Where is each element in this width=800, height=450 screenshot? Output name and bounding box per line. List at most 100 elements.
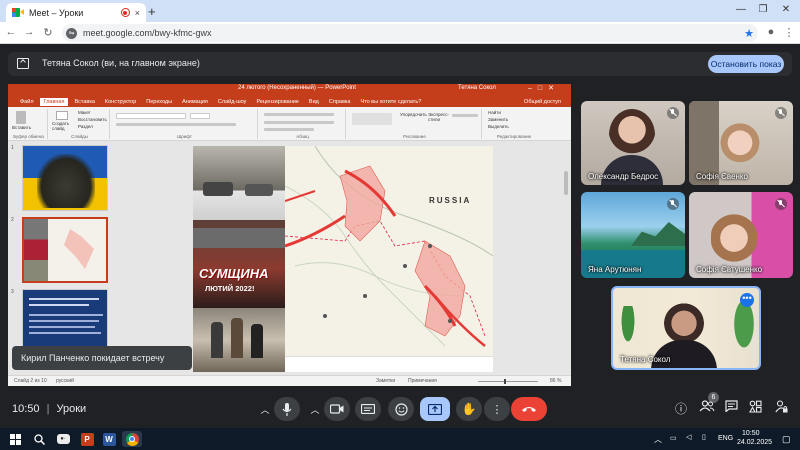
share-button[interactable]: Общий доступ — [520, 98, 565, 106]
notifications-icon[interactable]: ▢ — [782, 434, 791, 445]
camera-button[interactable] — [324, 397, 350, 421]
present-now-button[interactable] — [420, 397, 450, 421]
font-format-buttons[interactable] — [116, 123, 236, 126]
ribbon-tab-insert[interactable]: Вставка — [70, 98, 98, 106]
powerpoint-taskbar-icon[interactable]: P — [78, 431, 96, 447]
captions-button[interactable] — [355, 397, 381, 421]
ribbon-tab-design[interactable]: Конструктор — [101, 98, 140, 106]
ribbon-tab-help[interactable]: Справка — [325, 98, 355, 106]
more-options-button[interactable]: ⋮ — [484, 397, 510, 421]
notes-button[interactable]: Заметки — [376, 378, 395, 384]
shape-fill-buttons[interactable] — [452, 114, 478, 117]
comments-button[interactable]: Примечания — [408, 378, 437, 384]
slide-thumbnail-2[interactable] — [22, 217, 108, 283]
slide-thumbnail-1[interactable] — [22, 145, 108, 211]
tray-chevron-icon[interactable]: ︿ — [654, 434, 662, 445]
select-button[interactable]: Выделить — [488, 124, 509, 129]
more-options-icon[interactable]: ••• — [740, 293, 754, 307]
participant-tile-2[interactable]: Софія Євенко — [689, 101, 793, 185]
browser-menu-icon[interactable]: ⋮ — [782, 26, 796, 39]
volume-icon[interactable]: ◁ — [686, 433, 691, 441]
word-taskbar-icon[interactable]: W — [100, 431, 118, 447]
participant-tile-1[interactable]: Олександр Бедрос — [581, 101, 685, 185]
participant-tile-3[interactable]: Яна Арутюнян — [581, 192, 685, 278]
chat-app-icon[interactable]: ●· — [54, 431, 72, 447]
close-window-icon[interactable]: ✕ — [779, 4, 793, 15]
emoji-button[interactable] — [388, 397, 414, 421]
forward-arrow-icon[interactable]: → — [22, 26, 36, 38]
paste-icon[interactable] — [16, 111, 26, 124]
ribbon-tab-file[interactable]: Файл — [16, 98, 38, 106]
current-slide[interactable]: СУМЩИНА ЛЮТИЙ 2022! RUSSIA — [193, 146, 493, 372]
profile-icon[interactable]: ● — [764, 26, 778, 38]
ribbon-tab-view[interactable]: Вид — [305, 98, 323, 106]
background-plant — [617, 306, 639, 356]
slide-scrollbar[interactable] — [564, 171, 568, 195]
replace-button[interactable]: Заменить — [488, 117, 508, 122]
find-button[interactable]: Найти — [488, 110, 501, 115]
zoom-slider[interactable] — [478, 379, 538, 384]
raise-hand-button[interactable]: ✋ — [456, 397, 482, 421]
people-icon[interactable] — [698, 400, 716, 418]
zoom-level[interactable]: 86 % — [550, 378, 561, 384]
participant-tile-4[interactable]: Софія Євтушенко — [689, 192, 793, 278]
participant-tile-self[interactable]: ••• Тетяна Сокол — [611, 286, 761, 370]
chat-icon[interactable] — [722, 400, 740, 418]
paste-button[interactable]: Вставить — [12, 125, 31, 130]
minimize-window-icon[interactable]: — — [734, 4, 748, 15]
new-slide-button[interactable]: Создать слайд — [52, 121, 74, 131]
battery-icon[interactable]: ▯ — [702, 433, 706, 441]
maximize-window-icon[interactable]: ❐ — [756, 4, 770, 15]
ribbon-tab-slideshow[interactable]: Слайд-шоу — [214, 98, 251, 106]
ribbon-tab-transitions[interactable]: Переходы — [142, 98, 176, 106]
leave-call-button[interactable] — [511, 397, 547, 421]
tab-close-icon[interactable]: × — [135, 8, 140, 18]
paragraph-buttons-row1[interactable] — [264, 113, 334, 116]
url-text[interactable]: meet.google.com/bwy-kfmc-gwx — [83, 28, 738, 38]
video-settings-chevron-icon[interactable]: ︿ — [306, 397, 324, 421]
chrome-taskbar-icon[interactable] — [122, 431, 142, 447]
ribbon-tab-animations[interactable]: Анимация — [178, 98, 212, 106]
quick-styles-button[interactable]: Экспресс-стили — [428, 112, 449, 122]
arrange-button[interactable]: Упорядочить — [400, 112, 427, 117]
section-button[interactable]: Раздел — [78, 124, 93, 129]
new-tab-button[interactable]: + — [148, 4, 160, 19]
bookmark-star-icon[interactable]: ★ — [744, 27, 754, 40]
site-info-icon[interactable]: ⇋ — [66, 27, 77, 39]
layout-button[interactable]: Макет — [78, 110, 91, 115]
host-controls-icon[interactable] — [772, 400, 790, 418]
shapes-gallery[interactable] — [352, 113, 392, 125]
paragraph-buttons-row2[interactable] — [264, 121, 334, 124]
back-arrow-icon[interactable]: ← — [4, 26, 18, 38]
activities-icon[interactable] — [746, 400, 764, 418]
audio-settings-chevron-icon[interactable]: ︿ — [256, 397, 274, 421]
font-name-box[interactable] — [116, 113, 186, 119]
meeting-info: 10:50 | Уроки — [12, 403, 86, 415]
font-size-box[interactable] — [190, 113, 210, 119]
zoom-slider-thumb[interactable] — [504, 379, 506, 384]
network-icon[interactable]: ▭ — [670, 434, 677, 442]
keyboard-language[interactable]: ENG — [718, 435, 733, 442]
paragraph-buttons-row3[interactable] — [264, 128, 314, 131]
muted-mic-icon — [775, 198, 787, 210]
ribbon-tab-home[interactable]: Главная — [39, 97, 69, 106]
address-bar[interactable]: ⇋ meet.google.com/bwy-kfmc-gwx ★ — [62, 24, 758, 42]
microphone-button[interactable] — [274, 397, 300, 421]
meeting-details-icon[interactable]: ⓘ — [672, 400, 690, 418]
reset-button[interactable]: Восстановить — [78, 117, 107, 122]
end-call-icon — [522, 407, 536, 412]
person-shape — [231, 318, 243, 358]
browser-tab-meet[interactable]: Meet – Уроки × — [6, 3, 146, 22]
search-icon[interactable] — [30, 431, 48, 447]
clock-date[interactable]: 24.02.2025 — [737, 439, 772, 446]
windows-start-icon[interactable] — [6, 431, 24, 447]
new-slide-icon[interactable] — [56, 111, 68, 120]
meeting-name: Уроки — [56, 403, 87, 415]
ribbon-tell-me[interactable]: Что вы хотите сделать? — [356, 98, 425, 106]
map-country-label: RUSSIA — [429, 196, 472, 205]
reload-icon[interactable]: ↻ — [41, 26, 55, 39]
slide-poster: СУМЩИНА ЛЮТИЙ 2022! — [193, 220, 285, 308]
clock-time[interactable]: 10:50 — [742, 430, 760, 437]
ribbon-tab-review[interactable]: Рецензирование — [252, 98, 302, 106]
stop-presenting-button[interactable]: Остановить показ — [708, 55, 784, 73]
